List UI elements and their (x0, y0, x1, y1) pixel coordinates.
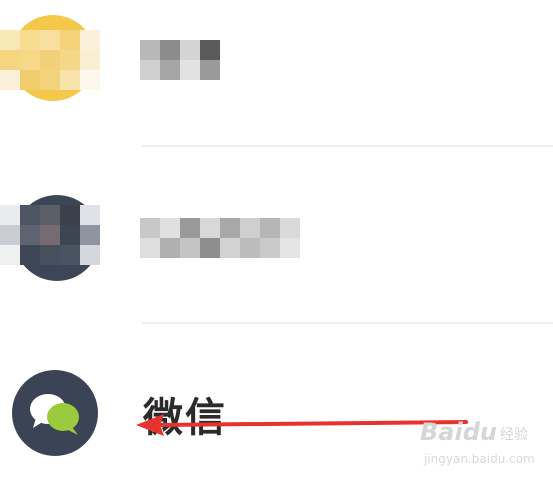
watermark-sub: 经验 (500, 427, 528, 443)
red-arrow-annotation (136, 414, 468, 436)
watermark: Baidu 经验 jingyan.baidu.com (420, 418, 550, 478)
chat-bubbles-icon (30, 394, 79, 435)
avatar-mosaic (0, 205, 100, 265)
wechat-avatar (12, 370, 98, 456)
name-redacted (140, 218, 300, 258)
avatar-mosaic (0, 30, 100, 92)
watermark-url: jingyan.baidu.com (424, 452, 535, 466)
name-redacted (140, 40, 220, 80)
divider (142, 145, 553, 147)
divider (142, 322, 553, 324)
watermark-logo: Baidu (420, 418, 497, 446)
